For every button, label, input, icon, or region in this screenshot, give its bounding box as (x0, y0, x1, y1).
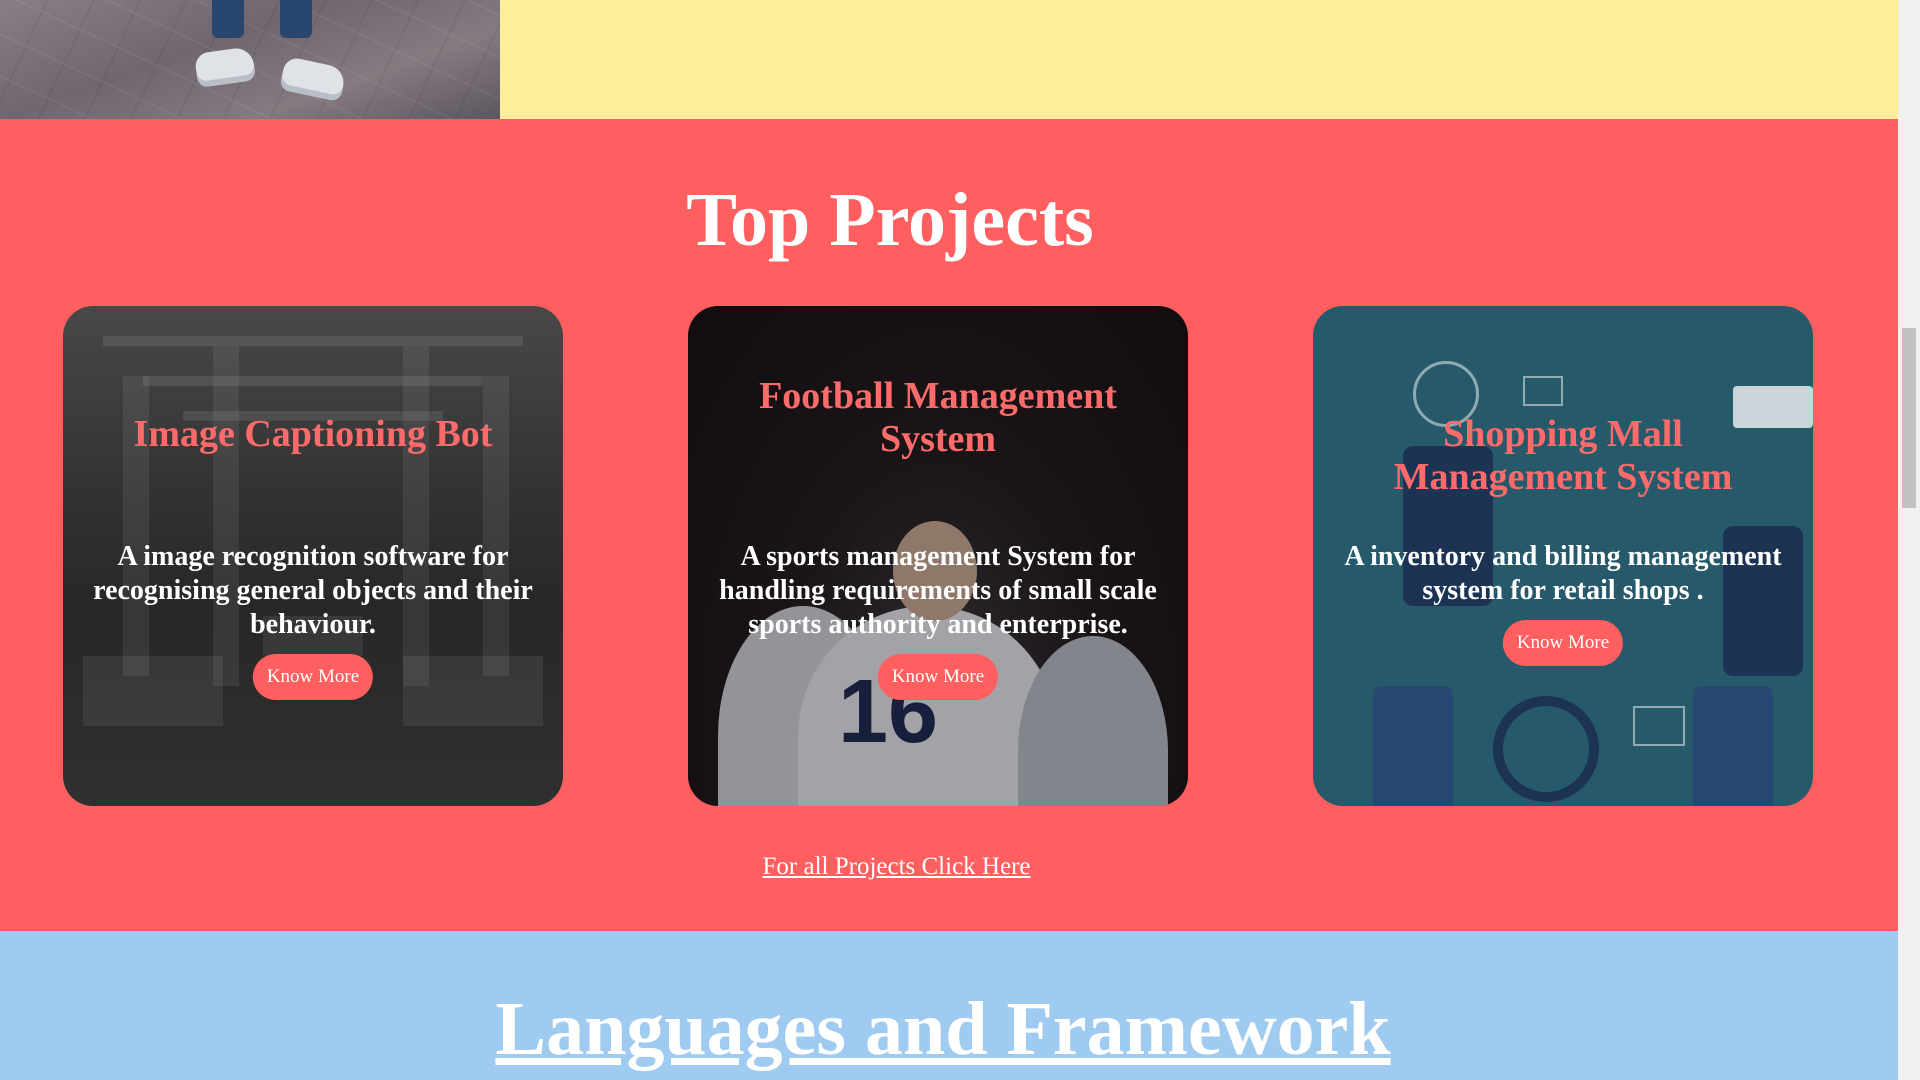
know-more-button[interactable]: Know More (877, 654, 999, 700)
project-description: A image recognition software for recogni… (93, 541, 533, 640)
languages-section: Languages and Framework (0, 931, 1898, 1080)
about-section-bottom (0, 0, 1898, 119)
project-description: A inventory and billing management syste… (1344, 541, 1782, 606)
project-title: Football Management System (759, 375, 1117, 460)
profile-leg-right (280, 0, 312, 38)
project-title: Shopping Mall Management System (1393, 413, 1733, 498)
projects-section: Top Projects Image Captioning Bot A imag… (0, 119, 1898, 931)
scrollbar-thumb[interactable] (1902, 328, 1916, 508)
all-projects-link[interactable]: For all Projects Click Here (0, 853, 1793, 881)
project-card-image-captioning: Image Captioning Bot A image recognition… (63, 306, 563, 806)
project-title: Image Captioning Bot (133, 413, 493, 455)
know-more-button[interactable]: Know More (252, 654, 374, 700)
profile-leg-left (212, 0, 244, 38)
know-more-button[interactable]: Know More (1502, 620, 1624, 666)
profile-photo (0, 0, 500, 119)
projects-title: Top Projects (686, 178, 1094, 262)
project-card-shopping-mall: Shopping Mall Management System A invent… (1313, 306, 1813, 806)
vertical-scrollbar[interactable] (1898, 0, 1920, 1080)
project-card-football-management: 16 Football Management System A sports m… (688, 306, 1188, 806)
page: Top Projects Image Captioning Bot A imag… (0, 0, 1898, 1080)
project-description: A sports management System for handling … (719, 541, 1157, 640)
languages-title: Languages and Framework (495, 987, 1391, 1071)
